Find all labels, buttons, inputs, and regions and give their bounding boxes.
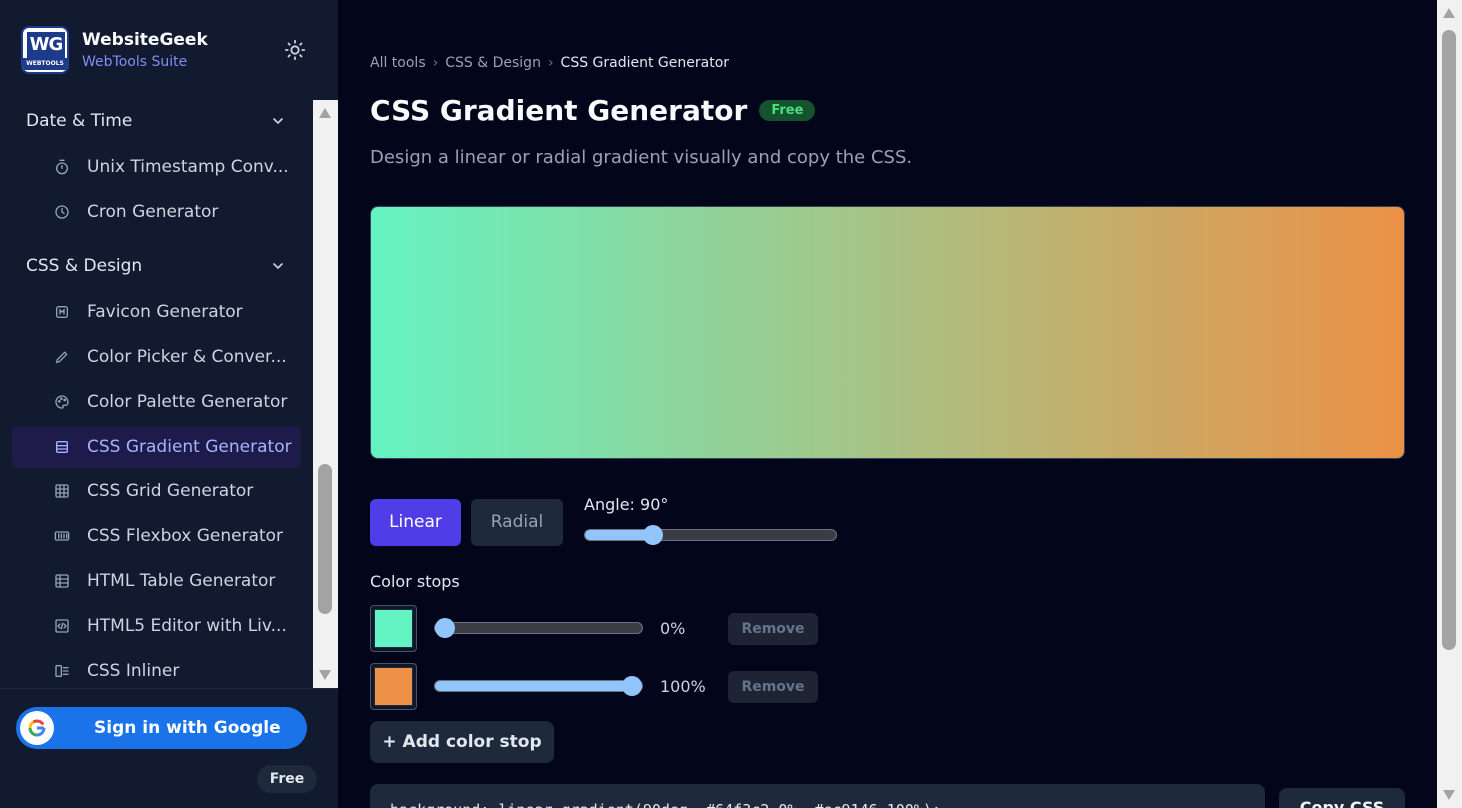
sidebar-item-css-gradient[interactable]: CSS Gradient Generator xyxy=(12,426,301,468)
inliner-icon xyxy=(55,665,69,677)
nav-group-date-time[interactable]: Date & Time xyxy=(26,109,286,133)
scroll-down-arrow-icon[interactable] xyxy=(1443,790,1455,800)
sidebar-item-html-table[interactable]: HTML Table Generator xyxy=(12,560,301,602)
favicon-icon xyxy=(56,306,68,318)
free-badge: Free xyxy=(759,100,816,121)
table-icon xyxy=(55,574,69,588)
css-output[interactable]: background: linear-gradient(90deg, #64f3… xyxy=(370,784,1265,808)
linear-button[interactable]: Linear xyxy=(370,499,461,546)
sidebar-item-color-picker[interactable]: Color Picker & Conver... xyxy=(12,336,301,378)
sign-in-label: Sign in with Google xyxy=(94,718,281,738)
brand[interactable]: WG WEBTOOLS SUITE WebsiteGeek WebTools S… xyxy=(21,26,208,74)
sidebar-scroll-thumb[interactable] xyxy=(318,464,332,614)
color-stop-swatch[interactable] xyxy=(370,663,417,710)
nav-group-label: Date & Time xyxy=(26,111,133,131)
flexbox-icon xyxy=(54,531,70,541)
color-stops-label: Color stops xyxy=(370,572,460,591)
sidebar-item-cron-generator[interactable]: Cron Generator xyxy=(12,191,301,233)
page-title: CSS Gradient Generator xyxy=(370,94,748,127)
sidebar-item-unix-timestamp[interactable]: Unix Timestamp Conv... xyxy=(12,146,301,188)
chevron-down-icon xyxy=(273,263,283,270)
breadcrumb-all-tools[interactable]: All tools xyxy=(370,55,426,71)
google-icon xyxy=(20,711,54,745)
scroll-up-arrow-icon[interactable] xyxy=(319,108,331,118)
sidebar-nav: Date & Time Unix Timestamp Conv... Cron … xyxy=(0,100,313,688)
sidebar-item-label: Color Picker & Conver... xyxy=(87,347,287,367)
sidebar-item-label: Unix Timestamp Conv... xyxy=(87,157,289,177)
sidebar-item-css-flexbox[interactable]: CSS Flexbox Generator xyxy=(12,515,301,557)
radial-button[interactable]: Radial xyxy=(471,499,563,546)
angle-slider-handle[interactable] xyxy=(643,525,663,545)
color-stop-swatch-fill xyxy=(374,609,413,648)
page-description: Design a linear or radial gradient visua… xyxy=(370,147,913,168)
sidebar-item-label: CSS Inliner xyxy=(87,661,180,681)
sidebar-item-css-inliner[interactable]: CSS Inliner xyxy=(12,650,301,688)
sidebar-item-html5-editor[interactable]: HTML5 Editor with Liv... xyxy=(12,605,301,647)
sidebar-footer: Sign in with Google Free xyxy=(0,688,338,808)
color-stop-position-slider[interactable] xyxy=(434,618,643,638)
main-content: All tools › CSS & Design › CSS Gradient … xyxy=(338,0,1437,808)
remove-stop-button[interactable]: Remove xyxy=(728,671,818,703)
stop-slider-handle[interactable] xyxy=(622,676,642,696)
sidebar-item-label: CSS Gradient Generator xyxy=(87,437,292,457)
page-scrollbar[interactable] xyxy=(1437,0,1462,808)
sidebar: WG WEBTOOLS SUITE WebsiteGeek WebTools S… xyxy=(0,0,338,808)
nav-group-css-design[interactable]: CSS & Design xyxy=(26,254,286,278)
grid-icon xyxy=(55,484,69,498)
breadcrumb: All tools › CSS & Design › CSS Gradient … xyxy=(370,55,729,71)
stop-slider-handle[interactable] xyxy=(435,618,455,638)
sign-in-google-button[interactable]: Sign in with Google xyxy=(16,707,307,749)
angle-label: Angle: 90° xyxy=(584,495,669,514)
gradient-icon xyxy=(56,441,68,453)
sidebar-item-label: Color Palette Generator xyxy=(87,392,288,412)
sidebar-item-color-palette[interactable]: Color Palette Generator xyxy=(12,381,301,423)
add-color-stop-button[interactable]: + Add color stop xyxy=(370,721,554,763)
timer-icon xyxy=(56,159,68,175)
sidebar-item-label: CSS Flexbox Generator xyxy=(87,526,284,546)
color-stop-position-slider[interactable] xyxy=(434,676,643,696)
brand-name: WebsiteGeek xyxy=(82,30,208,50)
remove-stop-button[interactable]: Remove xyxy=(728,613,818,645)
breadcrumb-separator: › xyxy=(432,55,439,71)
copy-css-button[interactable]: Copy CSS xyxy=(1279,788,1405,808)
breadcrumb-current: CSS Gradient Generator xyxy=(560,55,730,71)
color-stop-swatch-fill xyxy=(374,667,413,706)
sidebar-item-label: CSS Grid Generator xyxy=(87,481,254,501)
stop-slider-fill xyxy=(435,681,632,691)
chevron-down-icon xyxy=(273,118,283,125)
breadcrumb-separator: › xyxy=(547,55,554,71)
logo: WG WEBTOOLS SUITE xyxy=(21,26,69,74)
logo-small-text: WEBTOOLS SUITE xyxy=(23,58,67,70)
brand-subtitle: WebTools Suite xyxy=(82,54,188,70)
color-stop-percent: 0% xyxy=(660,619,686,638)
sidebar-item-css-grid[interactable]: CSS Grid Generator xyxy=(12,470,301,512)
sidebar-item-label: Cron Generator xyxy=(87,202,219,222)
scroll-down-arrow-icon[interactable] xyxy=(319,670,331,680)
logo-mark: WG xyxy=(27,32,65,58)
sidebar-item-favicon-generator[interactable]: Favicon Generator xyxy=(12,291,301,333)
code-icon xyxy=(55,619,69,633)
color-stop-swatch[interactable] xyxy=(370,605,417,652)
sidebar-item-label: HTML5 Editor with Liv... xyxy=(87,616,287,636)
color-stop-percent: 100% xyxy=(660,677,706,696)
sidebar-scrollbar[interactable] xyxy=(313,100,338,688)
scroll-up-arrow-icon[interactable] xyxy=(1443,8,1455,18)
page-scroll-thumb[interactable] xyxy=(1442,30,1456,650)
sidebar-item-label: Favicon Generator xyxy=(87,302,243,322)
breadcrumb-category[interactable]: CSS & Design xyxy=(445,55,541,71)
gradient-preview xyxy=(370,206,1405,459)
theme-toggle-sun-icon[interactable] xyxy=(284,39,306,61)
angle-slider[interactable] xyxy=(584,525,837,545)
sidebar-item-label: HTML Table Generator xyxy=(87,571,276,591)
pen-icon xyxy=(55,351,68,364)
palette-icon xyxy=(55,395,69,409)
clock-icon xyxy=(55,205,69,219)
plan-badge: Free xyxy=(257,765,317,793)
nav-group-label: CSS & Design xyxy=(26,256,143,276)
